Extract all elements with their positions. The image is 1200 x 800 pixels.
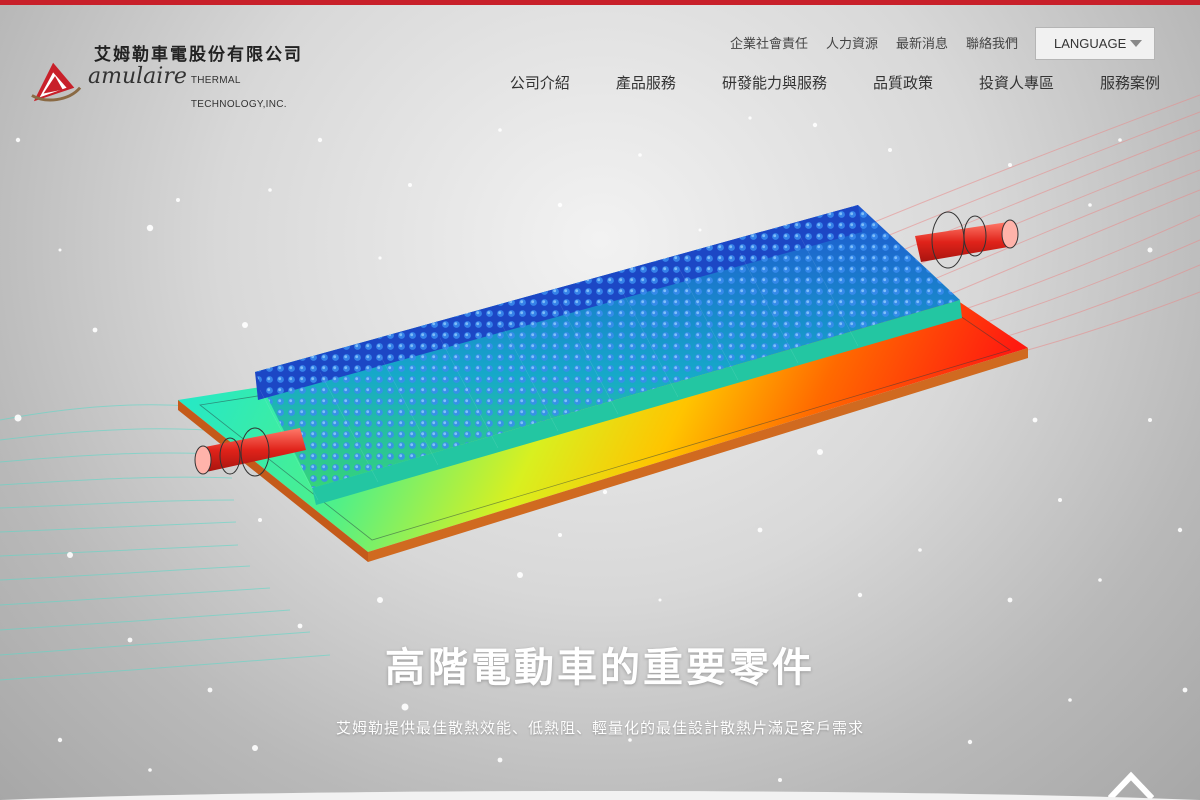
company-logo[interactable]: 艾姆勒車電股份有限公司 amulaire THERMAL TECHNOLOGY,…: [30, 45, 330, 110]
nav-item-cases[interactable]: 服務案例: [1100, 72, 1160, 93]
nav-item-investors[interactable]: 投資人專區: [979, 72, 1054, 93]
amulaire-logo-mark: [31, 62, 82, 102]
company-name-en-sub: THERMAL TECHNOLOGY,INC.: [190, 75, 287, 110]
util-link-csr[interactable]: 企業社會責任: [730, 33, 808, 52]
util-link-contact[interactable]: 聯絡我們: [966, 33, 1018, 52]
nav-item-quality[interactable]: 品質政策: [873, 72, 933, 93]
main-nav: 公司介紹 產品服務 研發能力與服務 品質政策 投資人專區 服務案例: [510, 72, 1160, 93]
company-name-cn: 艾姆勒車電股份有限公司: [94, 45, 303, 65]
language-select[interactable]: LANGUAGE: [1035, 27, 1155, 60]
chevron-down-icon: [1130, 40, 1142, 47]
hero-subline: 艾姆勒提供最佳散熱效能、低熱阻、輕量化的最佳設計散熱片滿足客戶需求: [335, 719, 864, 737]
outlet-pipe: [915, 211, 1019, 269]
util-link-hr[interactable]: 人力資源: [826, 33, 878, 52]
util-link-news[interactable]: 最新消息: [896, 33, 948, 52]
nav-item-about[interactable]: 公司介紹: [510, 72, 570, 93]
hero-headline: 高階電動車的重要零件: [385, 645, 815, 691]
nav-item-products[interactable]: 產品服務: [616, 72, 676, 93]
utility-nav: 企業社會責任 人力資源 最新消息 聯絡我們: [730, 33, 1018, 52]
nav-item-rnd[interactable]: 研發能力與服務: [722, 72, 827, 93]
company-name-en: amulaire: [88, 64, 187, 89]
language-select-label: LANGUAGE: [1054, 36, 1127, 51]
bottom-edge-curve: [0, 791, 1200, 800]
